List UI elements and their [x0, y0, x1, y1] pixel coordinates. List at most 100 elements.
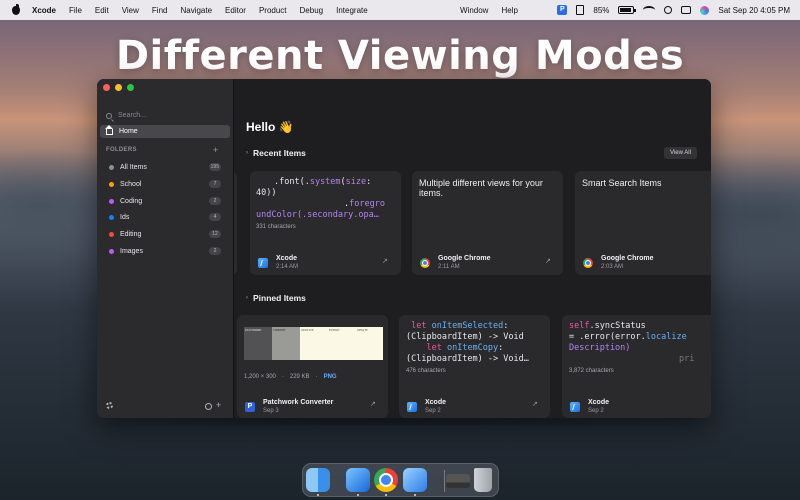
- close-window-button[interactable]: [103, 84, 110, 91]
- menu-debug[interactable]: Debug: [300, 6, 324, 15]
- recent-item-card-partial[interactable]: [234, 171, 237, 275]
- sidebar-folder-ids[interactable]: Ids 4: [109, 212, 221, 223]
- pinned-item-card[interactable]: PATCHWORK CONVERT ARCHIVE EXPORT UPDATE …: [237, 315, 388, 418]
- chrome-icon[interactable]: [374, 468, 398, 492]
- sidebar-folder-coding[interactable]: Coding 2: [109, 196, 221, 207]
- wifi-icon[interactable]: [643, 6, 656, 14]
- running-indicator: [317, 494, 319, 496]
- recent-items-title: Recent Items: [253, 148, 306, 158]
- xcode-alt-icon[interactable]: [403, 468, 427, 492]
- search-field[interactable]: Search...: [106, 112, 146, 119]
- clock[interactable]: Sat Sep 20 4:05 PM: [718, 6, 790, 15]
- running-indicator: [385, 494, 387, 496]
- folder-label: Ids: [120, 214, 130, 221]
- text-preview: Multiple different views for your items.: [419, 178, 543, 198]
- pinned-item-card[interactable]: self.syncStatus = .error(error.localize …: [562, 315, 711, 418]
- card-footer: Google Chrome 2:11 AM: [420, 255, 491, 271]
- item-meta: 331 characters: [256, 224, 296, 230]
- menu-app-name[interactable]: Xcode: [32, 6, 56, 15]
- item-time: 2:03 AM: [601, 264, 624, 270]
- folders-heading: FOLDERS: [106, 147, 137, 153]
- folder-label: All Items: [120, 164, 147, 171]
- sidebar-item-label: Home: [119, 128, 138, 135]
- xcode-icon: [407, 402, 417, 412]
- folder-label: Coding: [120, 198, 143, 205]
- recent-items-header[interactable]: › Recent Items: [246, 148, 306, 158]
- xcode-icon[interactable]: [346, 468, 370, 492]
- menu-bar: Xcode File Edit View Find Navigate Edito…: [0, 0, 800, 20]
- menu-find[interactable]: Find: [152, 6, 168, 15]
- finder-icon[interactable]: [306, 468, 330, 492]
- folder-color-dot: [109, 165, 114, 170]
- card-footer: Google Chrome 2:03 AM: [583, 255, 654, 271]
- add-folder-button[interactable]: +: [213, 145, 218, 155]
- sidebar-folder-editing[interactable]: Editing 12: [109, 229, 221, 240]
- dock: [302, 463, 499, 497]
- battery-icon[interactable]: [618, 6, 637, 14]
- item-time: 2:14 AM: [276, 264, 299, 270]
- sidebar-item-home[interactable]: Home: [100, 124, 230, 138]
- open-arrow-icon[interactable]: ↗: [532, 400, 538, 408]
- recent-item-card[interactable]: Smart Search Items Google Chrome 2:03 AM: [575, 171, 711, 275]
- sidebar-folder-all-items[interactable]: All Items 195: [109, 162, 221, 173]
- pinned-item-card[interactable]: let onItemSelected: (ClipboardItem) -> V…: [399, 315, 550, 418]
- search-placeholder: Search...: [118, 112, 147, 119]
- folder-count: 7: [209, 180, 221, 188]
- menu-file[interactable]: File: [69, 6, 82, 15]
- folder-color-dot: [109, 215, 114, 220]
- window-controls: [103, 84, 134, 91]
- disclosure-icon: ›: [246, 150, 248, 156]
- xcode-icon: [570, 402, 580, 412]
- status-circle-icon[interactable]: [205, 403, 212, 410]
- settings-gear-icon[interactable]: [106, 402, 113, 409]
- pinned-items-header[interactable]: › Pinned Items: [246, 293, 306, 303]
- open-arrow-icon[interactable]: ↗: [382, 257, 388, 265]
- menu-view[interactable]: View: [122, 6, 139, 15]
- source-app: Xcode: [425, 399, 447, 406]
- recent-item-card[interactable]: Multiple different views for your items.…: [412, 171, 563, 275]
- app-window: Search... Home FOLDERS + All Items 195 S…: [97, 79, 711, 418]
- dock-separator: [444, 470, 445, 492]
- item-time: 2:11 AM: [438, 264, 460, 270]
- sidebar-folder-school[interactable]: School 7: [109, 179, 221, 190]
- menu-window[interactable]: Window: [460, 6, 488, 15]
- control-center-icon[interactable]: [681, 6, 692, 14]
- recent-item-card[interactable]: .font(.system(size: 40)) .foregro undCol…: [250, 171, 401, 275]
- card-footer: Xcode Sep 2: [407, 399, 446, 415]
- apple-icon[interactable]: [10, 4, 22, 16]
- clipboard-icon[interactable]: [576, 5, 585, 15]
- trash-icon[interactable]: [474, 468, 492, 492]
- menu-navigate[interactable]: Navigate: [180, 6, 212, 15]
- display-icon[interactable]: [446, 474, 470, 488]
- search-icon: [106, 112, 112, 119]
- menu-product[interactable]: Product: [259, 6, 287, 15]
- spotlight-icon[interactable]: [664, 6, 673, 14]
- menu-edit[interactable]: Edit: [95, 6, 109, 15]
- card-footer: Xcode Sep 2: [570, 399, 609, 415]
- view-all-button[interactable]: View All: [664, 147, 697, 159]
- add-item-button[interactable]: +: [216, 400, 221, 410]
- chrome-icon: [583, 258, 593, 268]
- pinned-items-title: Pinned Items: [253, 293, 306, 303]
- battery-percent: 85%: [593, 5, 610, 15]
- folder-count: 2: [209, 247, 221, 255]
- open-arrow-icon[interactable]: ↗: [545, 257, 551, 265]
- menu-help[interactable]: Help: [501, 6, 517, 15]
- sidebar-folder-images[interactable]: Images 2: [109, 246, 221, 257]
- folder-label: Images: [120, 248, 143, 255]
- source-app: Google Chrome: [438, 255, 491, 262]
- pasteboard-status-icon[interactable]: P: [557, 5, 568, 15]
- folder-color-dot: [109, 249, 114, 254]
- disclosure-icon: ›: [246, 295, 248, 301]
- running-indicator: [414, 494, 416, 496]
- minimize-window-button[interactable]: [115, 84, 122, 91]
- folder-count: 195: [208, 163, 221, 171]
- open-arrow-icon[interactable]: ↗: [370, 400, 376, 408]
- card-footer: Xcode 2:14 AM: [258, 255, 298, 271]
- siri-icon[interactable]: [700, 5, 710, 15]
- folder-label: School: [120, 181, 142, 188]
- menu-integrate[interactable]: Integrate: [336, 6, 368, 15]
- zoom-window-button[interactable]: [127, 84, 134, 91]
- running-indicator: [357, 494, 359, 496]
- menu-editor[interactable]: Editor: [225, 6, 246, 15]
